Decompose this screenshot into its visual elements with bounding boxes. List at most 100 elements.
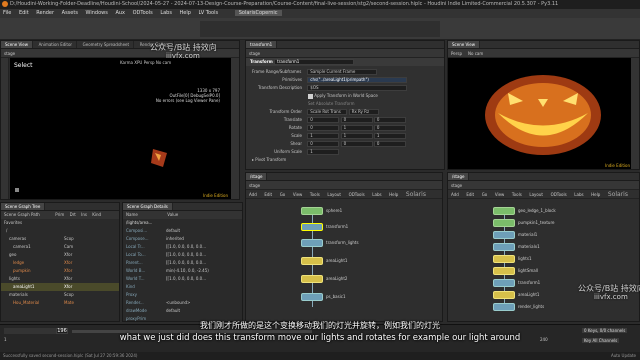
- camera-menu-right[interactable]: Persp: [451, 51, 462, 56]
- primitives-field[interactable]: chs("../areaLight1/primpath"): [307, 77, 408, 83]
- tree-row[interactable]: geo Xfor: [1, 251, 119, 259]
- prop-row[interactable]: drawMode default: [123, 307, 242, 315]
- node-pumpkin-texture[interactable]: [493, 219, 515, 227]
- tree-row[interactable]: pumpkin Xfor: [1, 267, 119, 275]
- shelf-tools[interactable]: [200, 21, 440, 37]
- net-menu-go[interactable]: Go: [280, 192, 286, 197]
- menu-assets[interactable]: Assets: [62, 10, 78, 16]
- param-path[interactable]: stage: [249, 51, 260, 56]
- prop-row[interactable]: Compose... inherited: [123, 235, 242, 243]
- network-path-mid[interactable]: stage: [249, 183, 260, 188]
- prop-row[interactable]: World B... min(-4.10, 0.0, -2.45): [123, 267, 242, 275]
- net-menu-labs[interactable]: Labs: [372, 192, 381, 197]
- net-menu-help[interactable]: Help: [389, 192, 398, 197]
- right-viewport-canvas[interactable]: Indie Edition: [448, 58, 633, 169]
- node-render-lights[interactable]: [493, 303, 515, 311]
- scale-y[interactable]: 1: [340, 133, 373, 139]
- node-geo-ledge[interactable]: [493, 207, 515, 215]
- shear-y[interactable]: 0: [340, 141, 373, 147]
- tree-row[interactable]: Favorites: [1, 219, 119, 227]
- scale-z[interactable]: 1: [373, 133, 406, 139]
- tab-network-right[interactable]: /stage: [448, 173, 470, 180]
- shear-x[interactable]: 0: [307, 141, 340, 147]
- auto-update-button[interactable]: Auto Update: [611, 352, 636, 360]
- translate-y[interactable]: 0: [340, 117, 373, 123]
- prop-row[interactable]: Proxy: [123, 291, 242, 299]
- prop-row[interactable]: World T... [[1.0, 0.0, 0.0, 0.0...: [123, 275, 242, 283]
- tree-row[interactable]: /: [1, 227, 119, 235]
- net-menu-help-r[interactable]: Help: [591, 192, 600, 197]
- net-menu-layout-r[interactable]: Layout: [529, 192, 543, 197]
- prop-row[interactable]: Local To... [[1.0, 0.0, 0.0, 0.0...: [123, 251, 242, 259]
- rotate-y[interactable]: 1: [340, 125, 373, 131]
- net-menu-edit-r[interactable]: Edit: [466, 192, 474, 197]
- tree-row[interactable]: camera1 Cam: [1, 243, 119, 251]
- node-sphere1[interactable]: [301, 207, 323, 215]
- prop-row[interactable]: Composi... default: [123, 227, 242, 235]
- menu-windows[interactable]: Windows: [86, 10, 108, 16]
- tree-row[interactable]: ledge Xfor: [1, 259, 119, 267]
- menu-aux[interactable]: Aux: [115, 10, 125, 16]
- frame-range-menu[interactable]: Sample Current Frame: [307, 69, 378, 75]
- tree-row[interactable]: Hou_Material Mate: [1, 299, 119, 307]
- menu-odtools[interactable]: ODTools: [133, 10, 153, 16]
- node-lightsmall[interactable]: [493, 267, 515, 275]
- tab-scene-graph-tree[interactable]: Scene Graph Tree: [1, 203, 46, 210]
- rotate-order-menu[interactable]: Rx Ry Rz: [348, 109, 379, 115]
- net-menu-add[interactable]: Add: [249, 192, 257, 197]
- prop-row[interactable]: Local Tr... [[1.0, 0.0, 0.0, 0.0...: [123, 243, 242, 251]
- pivot-transform-folder[interactable]: ▸ Pivot Transform: [246, 156, 444, 164]
- menu-render[interactable]: Render: [36, 10, 54, 16]
- net-menu-tools[interactable]: Tools: [310, 192, 320, 197]
- scale-x[interactable]: 1: [307, 133, 340, 139]
- rotate-z[interactable]: 0: [373, 125, 406, 131]
- prop-row[interactable]: Render... <unbound>: [123, 299, 242, 307]
- tree-row[interactable]: materials Scop: [1, 291, 119, 299]
- node-name-field[interactable]: transform1: [274, 59, 355, 65]
- tab-network-mid[interactable]: /stage: [246, 173, 268, 180]
- prop-row[interactable]: Parent... [[1.0, 0.0, 0.0, 0.0...: [123, 259, 242, 267]
- menu-lvtools[interactable]: LV Tools: [199, 10, 219, 16]
- net-menu-view-r[interactable]: View: [495, 192, 505, 197]
- network-path-right[interactable]: stage: [451, 183, 462, 188]
- camera-menu[interactable]: Persp: [144, 60, 155, 65]
- net-menu-labs-r[interactable]: Labs: [574, 192, 583, 197]
- node-material1[interactable]: [493, 231, 515, 239]
- translate-z[interactable]: 0: [373, 117, 406, 123]
- net-menu-add-r[interactable]: Add: [451, 192, 459, 197]
- menu-help[interactable]: Help: [180, 10, 191, 16]
- translate-x[interactable]: 0: [307, 117, 340, 123]
- transform-order-menu[interactable]: Scale Rot Trans: [307, 109, 348, 115]
- tab-animation-editor[interactable]: Animation Editor: [35, 41, 78, 48]
- node-arealight1[interactable]: [301, 257, 323, 265]
- display-options-bar[interactable]: [231, 58, 239, 199]
- node-arealight2[interactable]: [301, 275, 323, 283]
- tab-scene-view[interactable]: Scene View: [1, 41, 33, 48]
- prop-row[interactable]: Kind: [123, 283, 242, 291]
- no-cam-menu[interactable]: No cam: [156, 60, 171, 65]
- node-arealight1-r[interactable]: [493, 291, 515, 299]
- tree-row[interactable]: cameras Scop: [1, 235, 119, 243]
- net-menu-layout[interactable]: Layout: [327, 192, 341, 197]
- tree-row[interactable]: lights Xfor: [1, 275, 119, 283]
- uniform-scale-field[interactable]: 1: [307, 149, 340, 155]
- node-ps-basic1[interactable]: [301, 293, 323, 301]
- menu-edit[interactable]: Edit: [19, 10, 29, 16]
- tab-parameters[interactable]: transform1: [246, 41, 278, 48]
- node-transform1-r[interactable]: [493, 279, 515, 287]
- node-transform1[interactable]: [301, 223, 323, 231]
- node-transform-lights[interactable]: [301, 239, 323, 247]
- path-field[interactable]: stage: [4, 51, 15, 56]
- right-display-options[interactable]: [631, 58, 639, 169]
- node-materialx1[interactable]: [493, 243, 515, 251]
- net-menu-view[interactable]: View: [293, 192, 303, 197]
- rotate-x[interactable]: 0: [307, 125, 340, 131]
- net-menu-tools-r[interactable]: Tools: [512, 192, 522, 197]
- apply-world-checkbox[interactable]: [308, 93, 313, 99]
- net-menu-edit[interactable]: Edit: [264, 192, 272, 197]
- transform-description-field[interactable]: $OS: [307, 85, 408, 91]
- no-cam-menu-right[interactable]: No cam: [468, 51, 483, 56]
- desktop-selector[interactable]: SolarisCopernic: [234, 10, 282, 16]
- viewport-tool-sidebar[interactable]: [1, 58, 9, 199]
- menu-labs[interactable]: Labs: [160, 10, 172, 16]
